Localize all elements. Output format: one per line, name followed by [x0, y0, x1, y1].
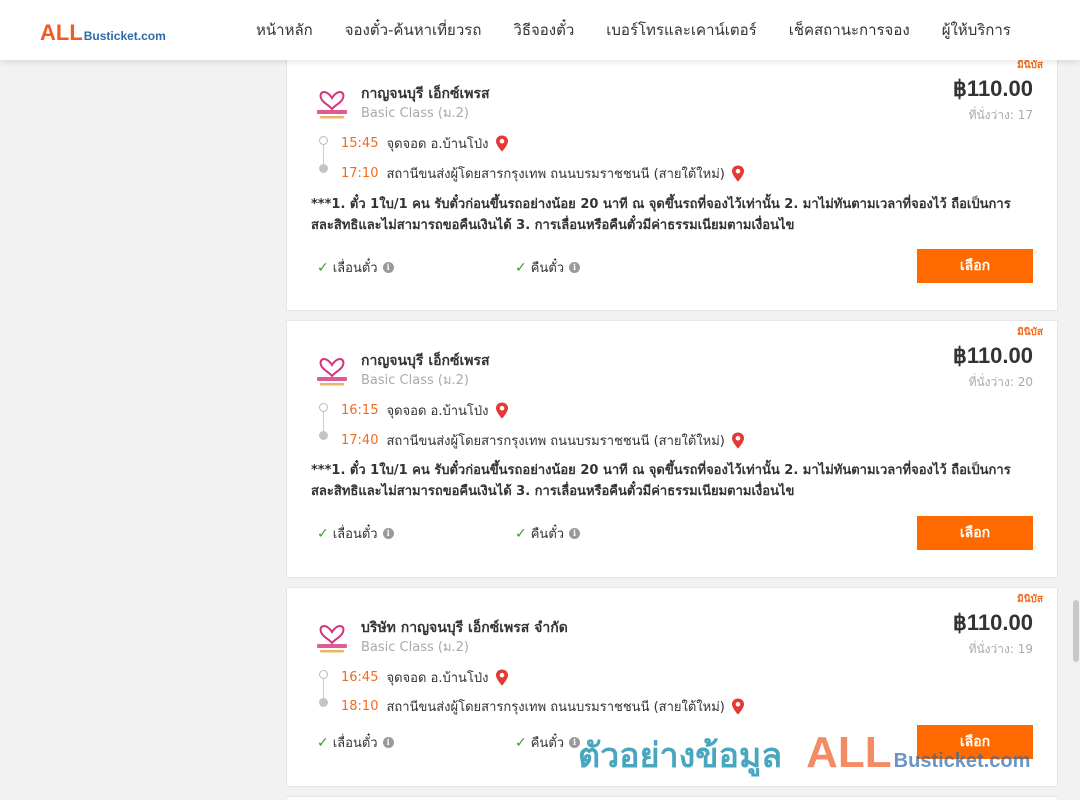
- feature-refund-ticket: ✓ คืนตั๋ว i: [515, 257, 581, 278]
- scrollbar-thumb[interactable]: [1073, 600, 1079, 662]
- operator-logo-icon: [317, 358, 347, 386]
- promo-badge: มินิบัส: [1017, 594, 1043, 605]
- map-pin-icon[interactable]: [731, 698, 745, 715]
- route-timeline: [318, 136, 330, 173]
- feature-label: คืนตั๋ว: [530, 736, 565, 751]
- nav-home[interactable]: หน้าหลัก: [240, 18, 329, 42]
- check-icon: ✓: [317, 259, 329, 276]
- arrival-place: สถานีขนส่งผู้โดยสารกรุงเทพ ถนนบรมราชชนนี…: [386, 167, 725, 182]
- check-icon: ✓: [515, 525, 527, 542]
- feature-label: เลื่อนตั๋ว: [332, 261, 378, 276]
- map-pin-icon[interactable]: [495, 402, 509, 419]
- feature-label: คืนตั๋ว: [530, 261, 565, 276]
- select-trip-button[interactable]: เลือก: [917, 249, 1033, 283]
- info-icon[interactable]: i: [382, 528, 394, 539]
- available-seats: ที่นั่งว่าง: 19: [968, 642, 1033, 656]
- trip-card: มินิบัส กาญจนบุรี เอ็กซ์เพรส Basic Class…: [286, 59, 1058, 311]
- top-header: ALL Busticket.com หน้าหลัก จองตั๋ว-ค้นหา…: [0, 0, 1080, 60]
- info-icon[interactable]: i: [569, 737, 581, 748]
- select-trip-button[interactable]: เลือก: [917, 516, 1033, 550]
- available-seats: ที่นั่งว่าง: 17: [968, 108, 1033, 122]
- departure-time: 16:15: [341, 403, 379, 418]
- destination-dot: [319, 431, 328, 440]
- departure-stop: 16:15 จุดจอด อ.บ้านโป่ง: [341, 400, 509, 421]
- route-line: [323, 145, 324, 165]
- feature-change-ticket: ✓ เลื่อนตั๋ว i: [317, 732, 394, 753]
- destination-dot: [319, 698, 328, 707]
- nav-operators[interactable]: ผู้ให้บริการ: [926, 18, 1027, 42]
- arrival-stop: 17:10 สถานีขนส่งผู้โดยสารกรุงเทพ ถนนบรมร…: [341, 163, 745, 184]
- origin-dot: [319, 670, 328, 679]
- route-line: [323, 412, 324, 432]
- feature-change-ticket: ✓ เลื่อนตั๋ว i: [317, 523, 394, 544]
- site-logo[interactable]: ALL Busticket.com: [40, 20, 166, 46]
- departure-place: จุดจอด อ.บ้านโป่ง: [386, 137, 489, 152]
- departure-time: 15:45: [341, 136, 379, 151]
- feature-change-ticket: ✓ เลื่อนตั๋ว i: [317, 257, 394, 278]
- arrival-stop: 18:10 สถานีขนส่งผู้โดยสารกรุงเทพ ถนนบรมร…: [341, 696, 745, 717]
- map-pin-icon[interactable]: [495, 135, 509, 152]
- ticket-price: ฿110.00: [952, 343, 1033, 368]
- info-icon[interactable]: i: [569, 528, 581, 539]
- departure-place: จุดจอด อ.บ้านโป่ง: [386, 404, 489, 419]
- trip-card: มินิบัส กาญจนบุรี เอ็กซ์เพรส Basic Class…: [286, 320, 1058, 578]
- route-timeline: [318, 670, 330, 707]
- logo-prefix: ALL: [40, 20, 83, 45]
- operator-logo-icon: [317, 91, 347, 119]
- nav-contact-counter[interactable]: เบอร์โทรและเคาน์เตอร์: [590, 18, 772, 42]
- nav-how-to-book[interactable]: วิธีจองตั๋ว: [497, 18, 590, 42]
- trip-card-partial: [286, 796, 1058, 800]
- departure-time: 16:45: [341, 670, 379, 685]
- arrival-time: 17:10: [341, 166, 379, 181]
- ticket-price: ฿110.00: [952, 610, 1033, 635]
- check-icon: ✓: [515, 734, 527, 751]
- feature-label: คืนตั๋ว: [530, 527, 565, 542]
- check-icon: ✓: [317, 525, 329, 542]
- route-timeline: [318, 403, 330, 440]
- select-trip-button[interactable]: เลือก: [917, 725, 1033, 759]
- check-icon: ✓: [515, 259, 527, 276]
- nav-check-booking[interactable]: เช็คสถานะการจอง: [773, 18, 926, 42]
- departure-place: จุดจอด อ.บ้านโป่ง: [386, 671, 489, 686]
- bus-class: Basic Class (ม.2): [361, 373, 469, 388]
- map-pin-icon[interactable]: [731, 165, 745, 182]
- destination-dot: [319, 164, 328, 173]
- promo-badge: มินิบัส: [1017, 327, 1043, 338]
- available-seats: ที่นั่งว่าง: 20: [968, 375, 1033, 389]
- departure-stop: 16:45 จุดจอด อ.บ้านโป่ง: [341, 667, 509, 688]
- arrival-place: สถานีขนส่งผู้โดยสารกรุงเทพ ถนนบรมราชชนนี…: [386, 434, 725, 449]
- feature-refund-ticket: ✓ คืนตั๋ว i: [515, 523, 581, 544]
- ticket-price: ฿110.00: [952, 76, 1033, 101]
- arrival-place: สถานีขนส่งผู้โดยสารกรุงเทพ ถนนบรมราชชนนี…: [386, 700, 725, 715]
- map-pin-icon[interactable]: [495, 669, 509, 686]
- info-icon[interactable]: i: [382, 262, 394, 273]
- feature-refund-ticket: ✓ คืนตั๋ว i: [515, 732, 581, 753]
- promo-badge: มินิบัส: [1017, 60, 1043, 71]
- feature-label: เลื่อนตั๋ว: [332, 527, 378, 542]
- main-nav: หน้าหลัก จองตั๋ว-ค้นหาเที่ยวรถ วิธีจองตั…: [240, 0, 1027, 60]
- check-icon: ✓: [317, 734, 329, 751]
- page-scrollbar[interactable]: [1072, 0, 1080, 800]
- logo-suffix: Busticket.com: [83, 29, 166, 43]
- map-pin-icon[interactable]: [731, 432, 745, 449]
- info-icon[interactable]: i: [382, 737, 394, 748]
- trip-conditions: ***1. ตั๋ว 1ใบ/1 คน รับตั๋วก่อนขึ้นรถอย่…: [311, 463, 1011, 499]
- arrival-stop: 17:40 สถานีขนส่งผู้โดยสารกรุงเทพ ถนนบรมร…: [341, 430, 745, 451]
- origin-dot: [319, 136, 328, 145]
- operator-logo-icon: [317, 625, 347, 653]
- nav-book-search[interactable]: จองตั๋ว-ค้นหาเที่ยวรถ: [329, 18, 498, 42]
- trip-conditions: ***1. ตั๋ว 1ใบ/1 คน รับตั๋วก่อนขึ้นรถอย่…: [311, 197, 1011, 233]
- bus-class: Basic Class (ม.2): [361, 106, 469, 121]
- feature-label: เลื่อนตั๋ว: [332, 736, 378, 751]
- info-icon[interactable]: i: [569, 262, 581, 273]
- bus-class: Basic Class (ม.2): [361, 640, 469, 655]
- departure-stop: 15:45 จุดจอด อ.บ้านโป่ง: [341, 133, 509, 154]
- arrival-time: 17:40: [341, 433, 379, 448]
- trip-card: มินิบัส บริษัท กาญจนบุรี เอ็กซ์เพรส จำกั…: [286, 587, 1058, 787]
- route-line: [323, 679, 324, 699]
- arrival-time: 18:10: [341, 699, 379, 714]
- origin-dot: [319, 403, 328, 412]
